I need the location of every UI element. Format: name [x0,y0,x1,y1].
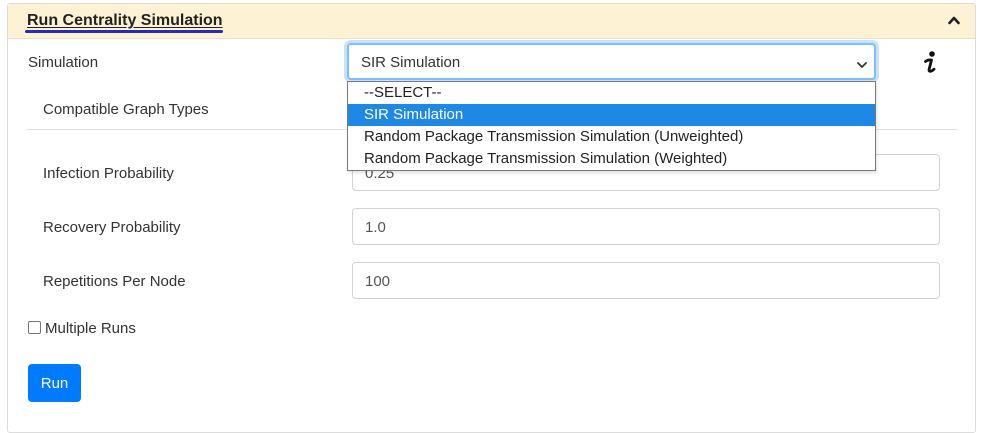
multiple-runs-label[interactable]: Multiple Runs [45,320,136,337]
repetitions-per-node-label: Repetitions Per Node [43,273,186,290]
simulation-label: Simulation [28,54,99,71]
recovery-probability-value: 1.0 [365,219,386,236]
panel-title: Run Centrality Simulation [27,12,223,29]
chevron-up-icon[interactable] [947,13,961,27]
recovery-probability-input[interactable]: 1.0 [352,208,940,245]
panel-header[interactable]: Run Centrality Simulation [8,4,975,39]
recovery-probability-label: Recovery Probability [43,219,181,236]
simulation-select[interactable]: SIR Simulation [347,43,876,80]
repetitions-per-node-input[interactable]: 100 [352,262,940,299]
title-underline-decoration [25,30,223,33]
multiple-runs-checkbox[interactable] [28,321,41,334]
run-button[interactable]: Run [28,364,81,402]
simulation-select-value: SIR Simulation [361,54,461,71]
simulation-dropdown-list: --SELECT-- SIR Simulation Random Package… [347,81,876,171]
compatible-graph-types-label: Compatible Graph Types [43,101,209,118]
dropdown-option-select[interactable]: --SELECT-- [348,82,875,104]
dropdown-option-random-weighted[interactable]: Random Package Transmission Simulation (… [348,148,875,170]
infection-probability-label: Infection Probability [43,165,174,182]
repetitions-per-node-value: 100 [365,273,391,290]
info-icon[interactable] [921,50,939,76]
dropdown-option-sir-simulation[interactable]: SIR Simulation [348,104,875,126]
dropdown-option-random-unweighted[interactable]: Random Package Transmission Simulation (… [348,126,875,148]
chevron-down-icon [856,57,868,68]
